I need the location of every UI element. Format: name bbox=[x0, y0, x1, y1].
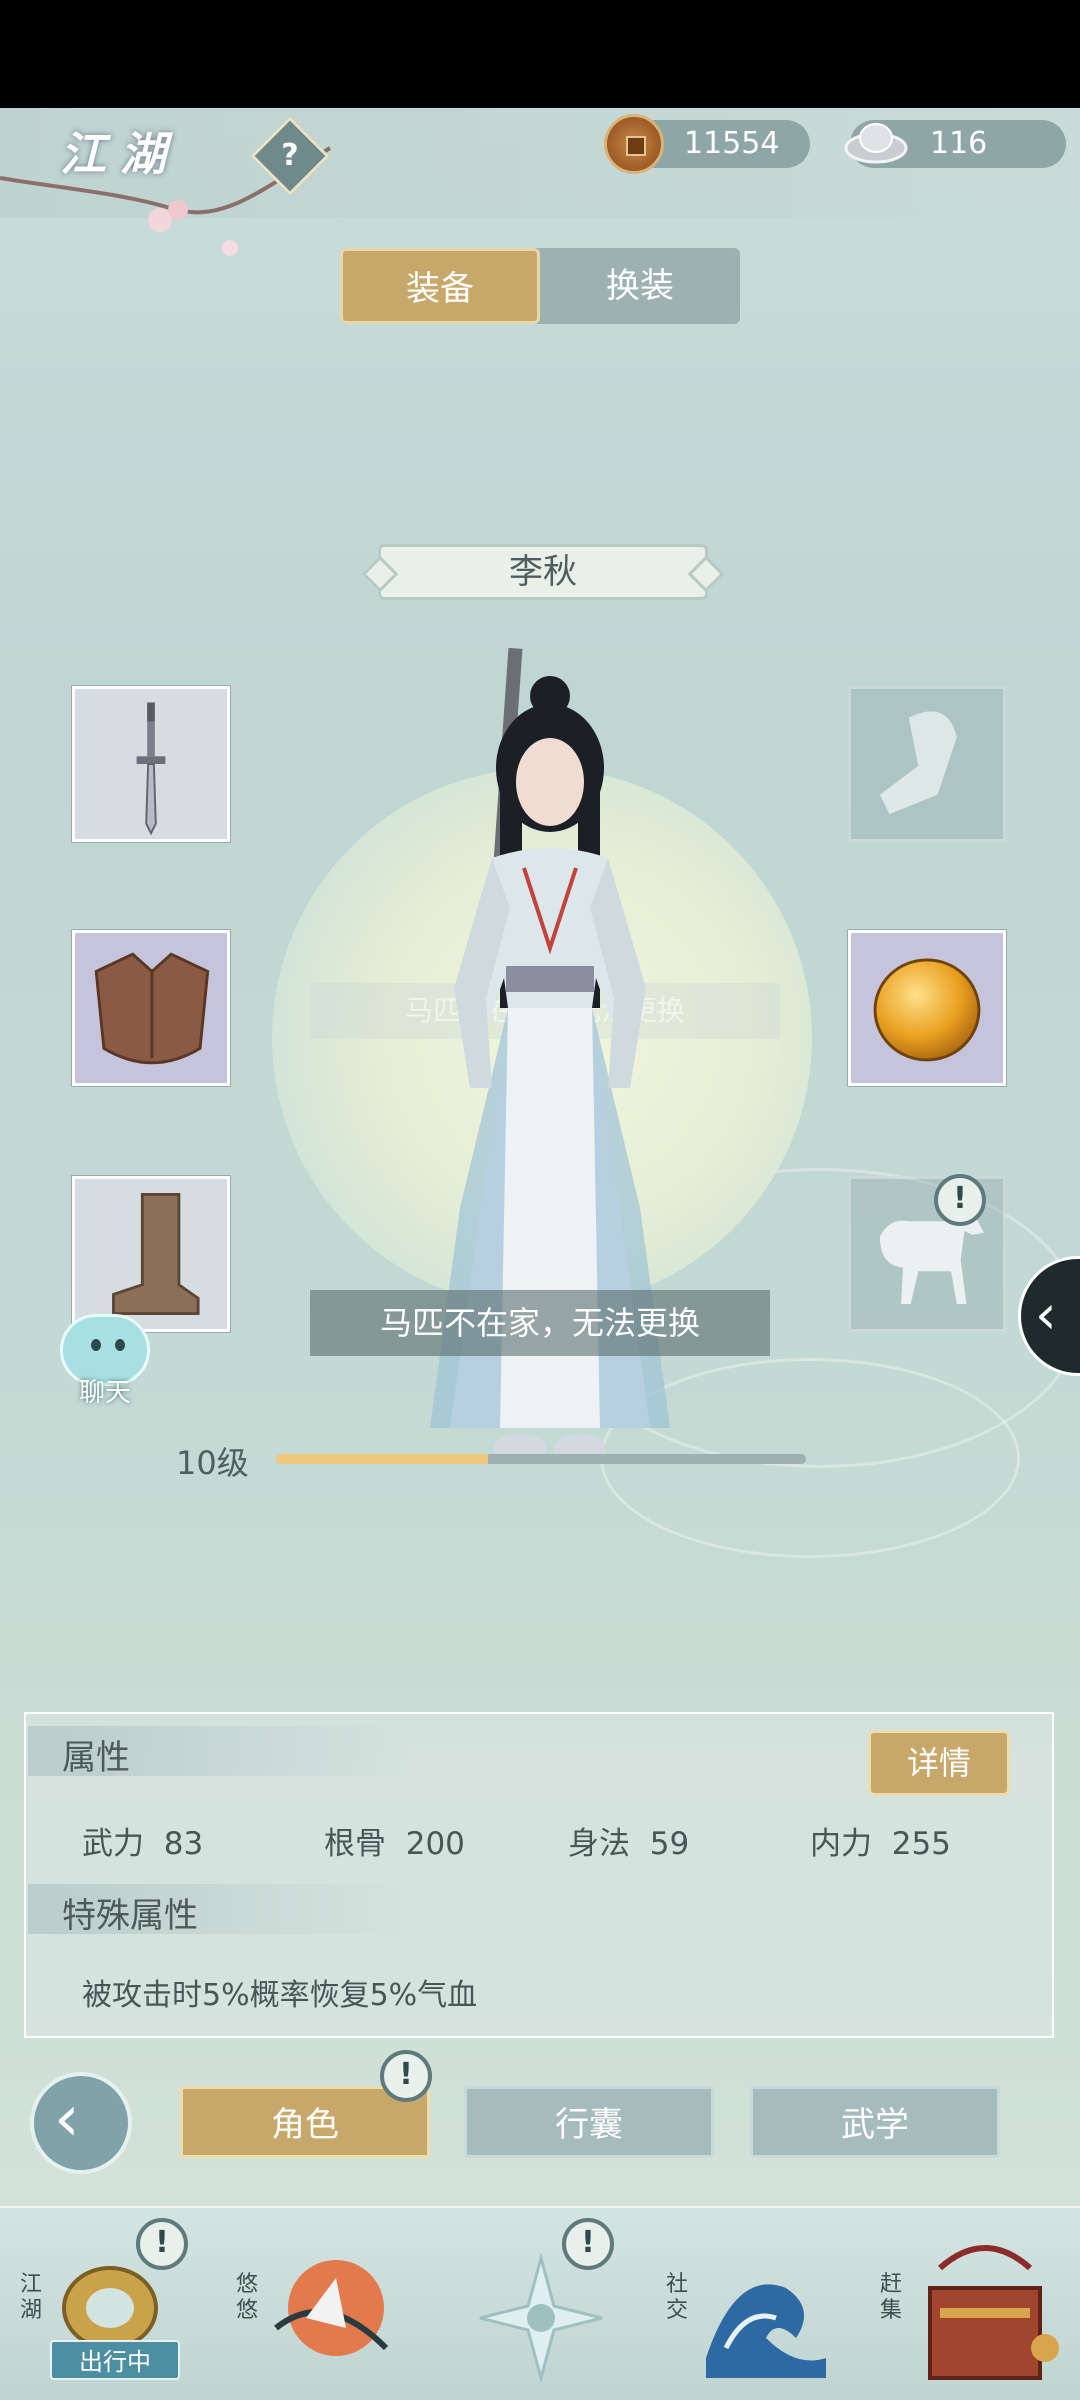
stat-value: 255 bbox=[891, 1826, 951, 1862]
special-attribute-title: 特殊属性 bbox=[62, 1896, 198, 1936]
armor-slot[interactable] bbox=[72, 930, 230, 1086]
nav-youyou[interactable]: 悠悠 bbox=[236, 2248, 389, 2398]
nav-jianghu-alert-icon: ! bbox=[136, 2218, 188, 2270]
tab-martial-arts[interactable]: 武学 bbox=[750, 2086, 1000, 2158]
mount-alert-icon: ! bbox=[934, 1174, 986, 1226]
boots-slot[interactable] bbox=[72, 1176, 230, 1332]
level-label: 10级 bbox=[176, 1444, 249, 1482]
special-attribute-text: 被攻击时5%概率恢复5%气血 bbox=[82, 1978, 478, 2013]
stat-value: 200 bbox=[405, 1826, 465, 1862]
detail-button[interactable]: 详情 bbox=[868, 1730, 1010, 1796]
xp-bar-fill bbox=[276, 1454, 488, 1464]
nav-market[interactable]: 赶集 bbox=[880, 2245, 1059, 2398]
stat-name: 根骨 bbox=[324, 1826, 386, 1862]
armor-vest-icon bbox=[94, 952, 210, 1065]
nav-center-alert-icon: ! bbox=[562, 2218, 614, 2270]
stat-value: 83 bbox=[163, 1826, 204, 1862]
silver-amount: 116 bbox=[930, 126, 988, 161]
nav-social[interactable]: 社交 bbox=[666, 2248, 826, 2398]
silver-ingot-icon bbox=[844, 123, 908, 164]
status-bar bbox=[0, 0, 1080, 108]
attribute-title: 属性 bbox=[62, 1738, 130, 1778]
copper-currency: 11554 bbox=[604, 114, 810, 174]
attribute-panel: 属性 详情 武力 83 根骨 200 身法 59 内力 255 特殊属性 被攻击… bbox=[24, 1712, 1054, 2038]
nav-label: 江湖 bbox=[20, 2272, 43, 2323]
nav-label: 社交 bbox=[666, 2272, 689, 2323]
toast-message: 马匹不在家，无法更换 bbox=[310, 1290, 770, 1356]
nav-label: 悠悠 bbox=[236, 2272, 259, 2323]
amber-gem-icon bbox=[873, 958, 981, 1062]
stat-name: 身法 bbox=[568, 1826, 630, 1862]
nav-label: 赶集 bbox=[880, 2272, 903, 2323]
nav-center[interactable] bbox=[466, 2248, 616, 2398]
equip-tabs: 装备 换装 bbox=[340, 248, 740, 324]
accessory-slot[interactable] bbox=[848, 686, 1006, 842]
chevron-left-icon: ‹ bbox=[1035, 1283, 1057, 1346]
back-arrow-icon: ‹ bbox=[54, 2082, 80, 2156]
stat-constitution: 根骨 200 bbox=[324, 1818, 465, 1863]
sword-icon bbox=[136, 702, 166, 836]
page-title: 江湖 bbox=[60, 127, 180, 181]
chat-label: 聊天 bbox=[78, 1378, 131, 1408]
tab-equipment[interactable]: 装备 bbox=[340, 248, 540, 324]
copper-coin-icon bbox=[604, 114, 664, 174]
back-button[interactable]: ‹ bbox=[30, 2072, 132, 2174]
xp-bar bbox=[276, 1454, 806, 1464]
weapon-slot[interactable] bbox=[72, 686, 230, 842]
stat-name: 武力 bbox=[82, 1826, 144, 1862]
stat-name: 内力 bbox=[810, 1826, 872, 1862]
stat-agility: 身法 59 bbox=[568, 1818, 689, 1863]
market-basket-icon bbox=[928, 2245, 1059, 2380]
character-tab-alert-icon: ! bbox=[380, 2050, 432, 2102]
silver-currency: 116 bbox=[844, 120, 1066, 168]
tab-inventory[interactable]: 行囊 bbox=[464, 2086, 714, 2158]
stat-inner-power: 内力 255 bbox=[810, 1818, 951, 1863]
game-screen: 江湖 ? 11554 116 装备 换装 马匹不在家，无法更换 李秋 bbox=[0, 108, 1080, 2400]
traveling-badge: 出行中 bbox=[50, 2340, 180, 2380]
character-model[interactable] bbox=[400, 648, 700, 1528]
crane-icon bbox=[274, 2260, 389, 2356]
gem-slot[interactable] bbox=[848, 930, 1006, 1086]
stat-value: 59 bbox=[649, 1826, 690, 1862]
boot-icon bbox=[112, 1192, 200, 1316]
wrist-wrap-icon bbox=[879, 711, 957, 814]
copper-amount: 11554 bbox=[684, 126, 780, 161]
character-name: 李秋 bbox=[378, 544, 708, 600]
wave-icon bbox=[706, 2284, 826, 2378]
stat-strength: 武力 83 bbox=[82, 1818, 203, 1863]
tab-outfit[interactable]: 换装 bbox=[540, 248, 740, 324]
question-diamond-icon: ? bbox=[281, 138, 299, 173]
